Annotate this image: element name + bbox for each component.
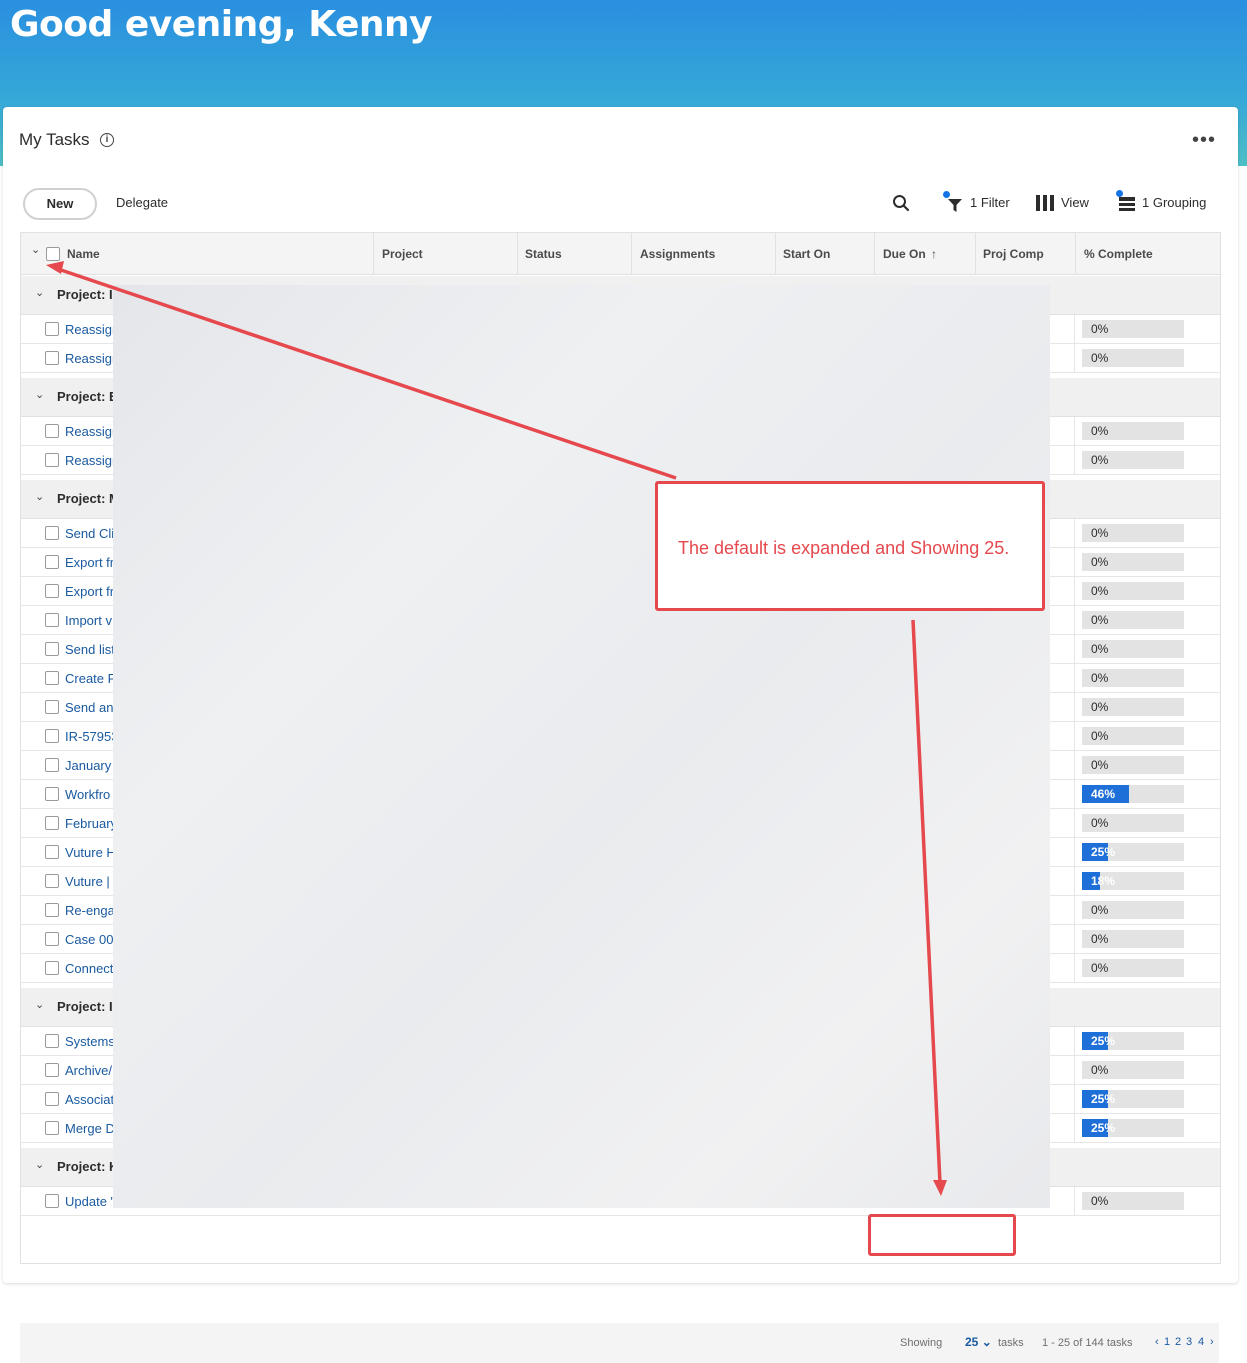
grid-footer: Showing 25 ⌄ tasks 1 - 25 of 144 tasks ‹… xyxy=(20,1323,1219,1363)
prev-page-icon[interactable]: ‹ xyxy=(1155,1336,1159,1348)
annotation-arrows xyxy=(46,261,947,1196)
page-size-select[interactable]: 25 ⌄ xyxy=(965,1335,992,1349)
page-link-2[interactable]: 2 xyxy=(1175,1336,1181,1348)
page-link-3[interactable]: 3 xyxy=(1186,1336,1192,1348)
page-link-1[interactable]: 1 xyxy=(1164,1336,1170,1348)
tasks-label: tasks xyxy=(998,1337,1024,1349)
showing-label: Showing xyxy=(900,1337,943,1349)
chevron-down-icon: ⌄ xyxy=(981,1335,992,1349)
next-page-icon[interactable]: › xyxy=(1210,1336,1214,1348)
page-link-4[interactable]: 4 xyxy=(1198,1336,1204,1348)
page-size-value: 25 xyxy=(965,1335,979,1349)
range-label: 1 - 25 of 144 tasks xyxy=(1042,1337,1133,1349)
